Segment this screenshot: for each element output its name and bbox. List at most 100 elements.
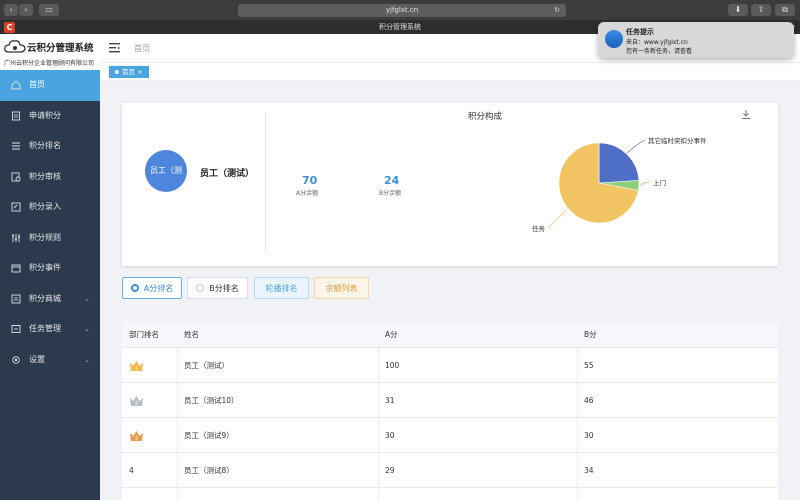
sidebar-item-0[interactable]: 首页 [0, 70, 100, 101]
notification-message: 您有一条新任务，请查看 [626, 48, 693, 55]
column-divider [177, 418, 178, 452]
radio-selected-icon [130, 283, 139, 292]
chart-title: 积分构成 [468, 112, 503, 122]
column-divider [577, 348, 578, 382]
header-a-score[interactable]: A分 [385, 322, 398, 348]
pie-leader-line [626, 139, 646, 154]
share-button[interactable]: ⇧ [751, 4, 771, 16]
tag-home[interactable]: 首页 × [109, 66, 149, 78]
header-b-score[interactable]: B分 [584, 322, 597, 348]
reload-icon[interactable]: ↻ [554, 4, 560, 17]
forward-button[interactable]: › [19, 4, 33, 16]
balance-list-button[interactable]: 余额列表 [314, 277, 369, 299]
pie-slice[interactable] [598, 142, 640, 184]
rules-icon [11, 223, 21, 253]
back-button[interactable]: ‹ [4, 4, 18, 16]
tabs-button[interactable]: ⧉ [775, 4, 795, 16]
a-ranking-label: A分排名 [143, 284, 174, 293]
b-ranking-button[interactable]: B分排名 [187, 277, 248, 299]
brand-title: 云积分管理系统 [27, 43, 94, 54]
column-divider [577, 488, 578, 500]
task-icon [11, 314, 21, 344]
table-row[interactable]: 5 员工（测试7） 28 28 [122, 488, 778, 500]
bronze-crown-icon: 3 [129, 429, 144, 443]
menu-toggle-icon[interactable] [109, 43, 120, 53]
column-divider [177, 383, 178, 417]
shop-icon [11, 284, 21, 314]
column-divider [577, 418, 578, 452]
table-row[interactable]: 3 员工（测试9） 30 30 [122, 418, 778, 453]
sidebar-item-2[interactable]: 积分排名 [0, 131, 100, 162]
sidebar-item-8[interactable]: 任务管理 ⌄ [0, 314, 100, 345]
name-cell: 员工（测试7） [184, 488, 234, 500]
sidebar-item-4[interactable]: 积分录入 [0, 192, 100, 223]
column-divider [378, 348, 379, 382]
pie-slice-label: 上门 [653, 178, 666, 187]
notification-banner[interactable]: 任务提示 来自：www.yjfglxt.cn 您有一条新任务，请查看 [598, 22, 794, 58]
chevron-down-icon: ⌄ [84, 294, 90, 303]
breadcrumb[interactable]: 首页 [134, 43, 150, 54]
sidebar: 云积分管理系统 广州云积分企业管理顾问有限公司 首页申请积分积分排名积分审核积分… [0, 34, 100, 500]
table-header: 部门排名 姓名 A分 B分 [122, 322, 778, 348]
table-body: 1 员工（测试） 100 55 2 员工（测试10） 31 46 3 员工（测试9） 30 30 4 员工… [122, 348, 778, 500]
pie-slice-label: 任务 [532, 224, 546, 233]
name-cell: 员工（测试8） [184, 466, 234, 475]
b-score-cell: 28 [584, 488, 594, 500]
sidebar-item-7[interactable]: 积分商城 ⌄ [0, 284, 100, 315]
b-score-cell: 46 [584, 396, 594, 405]
a-ranking-button[interactable]: A分排名 [122, 277, 182, 299]
audit-icon [11, 162, 21, 192]
table-row[interactable]: 2 员工（测试10） 31 46 [122, 383, 778, 418]
header-name[interactable]: 姓名 [184, 322, 199, 348]
table-row[interactable]: 4 员工（测试8） 29 34 [122, 453, 778, 488]
event-icon [11, 253, 21, 283]
download-button[interactable]: ⬇ [728, 4, 748, 16]
home-icon [11, 70, 21, 100]
a-score-cell: 31 [385, 396, 395, 405]
brand-subtitle: 广州云积分企业管理顾问有限公司 [4, 60, 95, 67]
tag-label: 首页 [122, 68, 135, 76]
a-balance-value: 70 [302, 174, 318, 187]
header-rank[interactable]: 部门排名 [129, 322, 159, 348]
pie-leader-line [639, 181, 651, 186]
column-divider [177, 453, 178, 487]
table-row[interactable]: 1 员工（测试） 100 55 [122, 348, 778, 383]
notification-title: 任务提示 [626, 28, 654, 36]
sidebar-item-6[interactable]: 积分事件 [0, 253, 100, 284]
column-divider [378, 383, 379, 417]
sidebar-toggle-button[interactable]: ▭ [39, 4, 59, 16]
rank-cell: 4 [129, 466, 134, 475]
sidebar-item-label: 积分审核 [29, 171, 61, 181]
b-ranking-label: B分排名 [209, 284, 239, 293]
a-score-cell: 30 [385, 431, 395, 440]
sidebar-item-label: 首页 [29, 80, 45, 89]
brand: 云积分管理系统 广州云积分企业管理顾问有限公司 [0, 34, 100, 70]
sidebar-item-label: 任务管理 [29, 324, 61, 333]
column-divider [577, 453, 578, 487]
sidebar-item-9[interactable]: 设置 ⌄ [0, 345, 100, 376]
employee-name: 员工（测试） [200, 169, 255, 179]
sidebar-item-3[interactable]: 积分审核 [0, 162, 100, 193]
sidebar-item-label: 积分录入 [29, 202, 61, 211]
name-cell: 员工（测试） [184, 361, 229, 370]
address-bar[interactable]: yjfglxt.cn ↻ [238, 4, 566, 17]
cloud-logo-icon [4, 40, 26, 53]
sidebar-item-1[interactable]: 申请积分 [0, 101, 100, 132]
pie-leader-line [547, 208, 568, 229]
sidebar-item-label: 积分事件 [29, 263, 61, 272]
carousel-ranking-button[interactable]: 轮播排名 [254, 277, 309, 299]
name-cell: 员工（测试9） [184, 431, 234, 440]
sidebar-item-5[interactable]: 积分规则 [0, 223, 100, 254]
list-icon [11, 131, 21, 161]
column-divider [577, 383, 578, 417]
a-score-cell: 28 [385, 488, 395, 500]
a-score-cell: 29 [385, 466, 395, 475]
b-score-cell: 55 [584, 361, 594, 370]
download-chart-icon[interactable] [741, 110, 751, 120]
b-score-cell: 30 [584, 431, 594, 440]
sidebar-item-label: 申请积分 [29, 110, 61, 120]
avatar: 员工（测 [145, 150, 187, 192]
ranking-table: 部门排名 姓名 A分 B分 1 员工（测试） 100 55 2 员工（测试10） 31 46 3… [122, 322, 778, 500]
sidebar-nav: 首页 申请积分 积分排名 积分审核 积分录入 积分规则 积分事件 积分商城 ⌄ 任务管理 ⌄ 设置 ⌄ [0, 70, 100, 375]
tags-bar: 首页 × [100, 63, 800, 81]
